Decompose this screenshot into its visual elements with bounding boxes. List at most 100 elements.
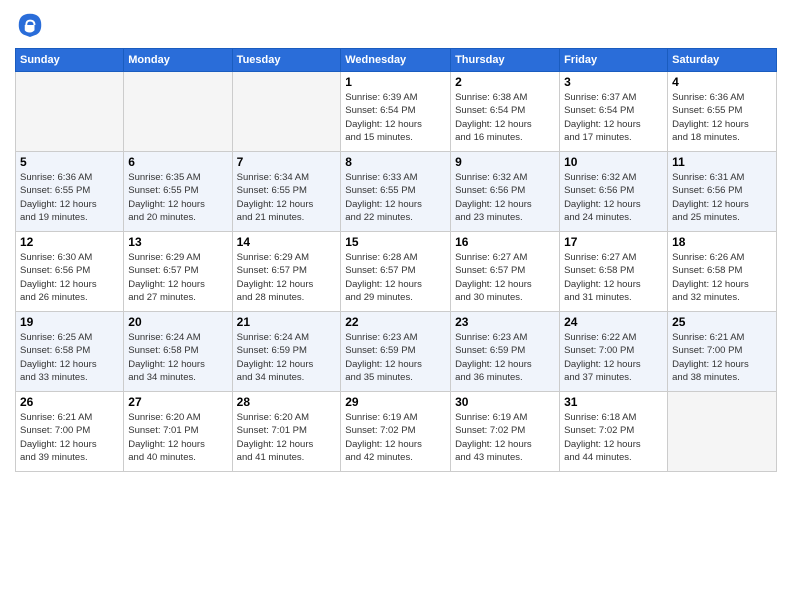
calendar-cell: 22Sunrise: 6:23 AM Sunset: 6:59 PM Dayli… <box>341 312 451 392</box>
day-number: 22 <box>345 315 446 329</box>
calendar-cell: 10 Sunrise: 6:32 AM Sunset: 6:56 PM Dayli… <box>560 152 668 232</box>
day-number: 8 <box>345 155 446 169</box>
day-info: Sunrise: 6:27 AM Sunset: 6:57 PM Dayligh… <box>455 251 555 304</box>
calendar-cell: 27 Sunrise: 6:20 AM Sunset: 7:01 PM Dayli… <box>124 392 232 472</box>
day-number: 9 <box>455 155 555 169</box>
header <box>15 10 777 40</box>
day-number: 14 <box>237 235 337 249</box>
day-info: Sunrise: 6:24 AM Sunset: 6:59 PM Dayligh… <box>237 331 337 384</box>
calendar-cell: 28 Sunrise: 6:20 AM Sunset: 7:01 PM Dayli… <box>232 392 341 472</box>
calendar-cell: 4 Sunrise: 6:36 AM Sunset: 6:55 PM Daylig… <box>668 72 777 152</box>
calendar-cell: 23 Sunrise: 6:23 AM Sunset: 6:59 PM Dayli… <box>451 312 560 392</box>
day-info: Sunrise: 6:23 AM Sunset: 6:59 PM Dayligh… <box>455 331 555 384</box>
calendar-cell: 31Sunrise: 6:18 AM Sunset: 7:02 PM Dayli… <box>560 392 668 472</box>
weekday-header-monday: Monday <box>124 49 232 72</box>
day-info: Sunrise: 6:26 AM Sunset: 6:58 PM Dayligh… <box>672 251 772 304</box>
day-info: Sunrise: 6:24 AM Sunset: 6:58 PM Dayligh… <box>128 331 227 384</box>
day-number: 6 <box>128 155 227 169</box>
calendar-cell: 21 Sunrise: 6:24 AM Sunset: 6:59 PM Dayli… <box>232 312 341 392</box>
day-number: 10 <box>564 155 663 169</box>
day-info: Sunrise: 6:32 AM Sunset: 6:56 PM Dayligh… <box>564 171 663 224</box>
calendar-cell: 26 Sunrise: 6:21 AM Sunset: 7:00 PM Dayli… <box>16 392 124 472</box>
day-info: Sunrise: 6:33 AM Sunset: 6:55 PM Dayligh… <box>345 171 446 224</box>
day-number: 21 <box>237 315 337 329</box>
day-info: Sunrise: 6:31 AM Sunset: 6:56 PM Dayligh… <box>672 171 772 224</box>
day-info: Sunrise: 6:36 AM Sunset: 6:55 PM Dayligh… <box>20 171 119 224</box>
calendar-cell <box>16 72 124 152</box>
calendar-cell: 24 Sunrise: 6:22 AM Sunset: 7:00 PM Dayli… <box>560 312 668 392</box>
day-info: Sunrise: 6:20 AM Sunset: 7:01 PM Dayligh… <box>128 411 227 464</box>
day-number: 31 <box>564 395 663 409</box>
calendar-cell: 1 Sunrise: 6:39 AM Sunset: 6:54 PM Daylig… <box>341 72 451 152</box>
day-number: 3 <box>564 75 663 89</box>
day-info: Sunrise: 6:25 AM Sunset: 6:58 PM Dayligh… <box>20 331 119 384</box>
calendar-cell: 13Sunrise: 6:29 AM Sunset: 6:57 PM Dayli… <box>124 232 232 312</box>
day-number: 23 <box>455 315 555 329</box>
calendar-cell: 9Sunrise: 6:32 AM Sunset: 6:56 PM Daylig… <box>451 152 560 232</box>
day-info: Sunrise: 6:29 AM Sunset: 6:57 PM Dayligh… <box>237 251 337 304</box>
day-info: Sunrise: 6:21 AM Sunset: 7:00 PM Dayligh… <box>672 331 772 384</box>
day-info: Sunrise: 6:38 AM Sunset: 6:54 PM Dayligh… <box>455 91 555 144</box>
calendar-cell: 12 Sunrise: 6:30 AM Sunset: 6:56 PM Dayli… <box>16 232 124 312</box>
day-number: 28 <box>237 395 337 409</box>
calendar-week-4: 19 Sunrise: 6:25 AM Sunset: 6:58 PM Dayli… <box>16 312 777 392</box>
day-info: Sunrise: 6:35 AM Sunset: 6:55 PM Dayligh… <box>128 171 227 224</box>
calendar-week-2: 5Sunrise: 6:36 AM Sunset: 6:55 PM Daylig… <box>16 152 777 232</box>
day-number: 19 <box>20 315 119 329</box>
calendar-cell: 15Sunrise: 6:28 AM Sunset: 6:57 PM Dayli… <box>341 232 451 312</box>
calendar-week-1: 1 Sunrise: 6:39 AM Sunset: 6:54 PM Daylig… <box>16 72 777 152</box>
day-number: 12 <box>20 235 119 249</box>
day-info: Sunrise: 6:36 AM Sunset: 6:55 PM Dayligh… <box>672 91 772 144</box>
day-info: Sunrise: 6:37 AM Sunset: 6:54 PM Dayligh… <box>564 91 663 144</box>
calendar-week-5: 26 Sunrise: 6:21 AM Sunset: 7:00 PM Dayli… <box>16 392 777 472</box>
day-number: 7 <box>237 155 337 169</box>
day-info: Sunrise: 6:39 AM Sunset: 6:54 PM Dayligh… <box>345 91 446 144</box>
day-info: Sunrise: 6:21 AM Sunset: 7:00 PM Dayligh… <box>20 411 119 464</box>
calendar-week-3: 12 Sunrise: 6:30 AM Sunset: 6:56 PM Dayli… <box>16 232 777 312</box>
calendar-cell: 6 Sunrise: 6:35 AM Sunset: 6:55 PM Daylig… <box>124 152 232 232</box>
day-number: 25 <box>672 315 772 329</box>
weekday-header-thursday: Thursday <box>451 49 560 72</box>
calendar-cell: 18 Sunrise: 6:26 AM Sunset: 6:58 PM Dayli… <box>668 232 777 312</box>
day-number: 24 <box>564 315 663 329</box>
day-info: Sunrise: 6:19 AM Sunset: 7:02 PM Dayligh… <box>455 411 555 464</box>
calendar-cell: 11Sunrise: 6:31 AM Sunset: 6:56 PM Dayli… <box>668 152 777 232</box>
day-number: 29 <box>345 395 446 409</box>
day-info: Sunrise: 6:19 AM Sunset: 7:02 PM Dayligh… <box>345 411 446 464</box>
day-number: 26 <box>20 395 119 409</box>
calendar-cell: 20 Sunrise: 6:24 AM Sunset: 6:58 PM Dayli… <box>124 312 232 392</box>
day-info: Sunrise: 6:22 AM Sunset: 7:00 PM Dayligh… <box>564 331 663 384</box>
weekday-header-saturday: Saturday <box>668 49 777 72</box>
calendar-cell: 2 Sunrise: 6:38 AM Sunset: 6:54 PM Daylig… <box>451 72 560 152</box>
day-number: 17 <box>564 235 663 249</box>
calendar-cell: 29 Sunrise: 6:19 AM Sunset: 7:02 PM Dayli… <box>341 392 451 472</box>
day-number: 1 <box>345 75 446 89</box>
day-number: 4 <box>672 75 772 89</box>
day-info: Sunrise: 6:20 AM Sunset: 7:01 PM Dayligh… <box>237 411 337 464</box>
logo-icon <box>15 10 45 40</box>
calendar-cell: 19 Sunrise: 6:25 AM Sunset: 6:58 PM Dayli… <box>16 312 124 392</box>
day-info: Sunrise: 6:27 AM Sunset: 6:58 PM Dayligh… <box>564 251 663 304</box>
calendar-cell: 8 Sunrise: 6:33 AM Sunset: 6:55 PM Daylig… <box>341 152 451 232</box>
weekday-header-tuesday: Tuesday <box>232 49 341 72</box>
day-number: 30 <box>455 395 555 409</box>
day-number: 16 <box>455 235 555 249</box>
weekday-header-wednesday: Wednesday <box>341 49 451 72</box>
page-container: SundayMondayTuesdayWednesdayThursdayFrid… <box>0 0 792 612</box>
calendar-cell: 5Sunrise: 6:36 AM Sunset: 6:55 PM Daylig… <box>16 152 124 232</box>
day-number: 2 <box>455 75 555 89</box>
day-info: Sunrise: 6:34 AM Sunset: 6:55 PM Dayligh… <box>237 171 337 224</box>
calendar-cell <box>232 72 341 152</box>
calendar-cell: 17 Sunrise: 6:27 AM Sunset: 6:58 PM Dayli… <box>560 232 668 312</box>
logo <box>15 10 49 40</box>
calendar-cell: 25 Sunrise: 6:21 AM Sunset: 7:00 PM Dayli… <box>668 312 777 392</box>
weekday-header-friday: Friday <box>560 49 668 72</box>
day-number: 27 <box>128 395 227 409</box>
day-info: Sunrise: 6:28 AM Sunset: 6:57 PM Dayligh… <box>345 251 446 304</box>
day-number: 18 <box>672 235 772 249</box>
day-info: Sunrise: 6:30 AM Sunset: 6:56 PM Dayligh… <box>20 251 119 304</box>
day-number: 20 <box>128 315 227 329</box>
calendar-cell: 3 Sunrise: 6:37 AM Sunset: 6:54 PM Daylig… <box>560 72 668 152</box>
calendar-cell: 14 Sunrise: 6:29 AM Sunset: 6:57 PM Dayli… <box>232 232 341 312</box>
calendar-table: SundayMondayTuesdayWednesdayThursdayFrid… <box>15 48 777 472</box>
